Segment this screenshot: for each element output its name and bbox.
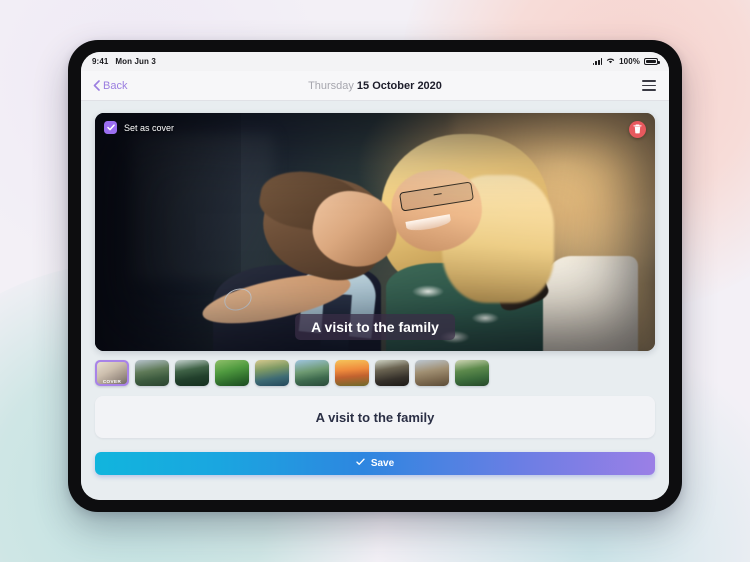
hamburger-menu-icon[interactable] — [641, 77, 657, 93]
thumbnail-image — [295, 360, 329, 386]
back-button[interactable]: Back — [93, 80, 127, 92]
thumbnail-3[interactable] — [215, 360, 249, 386]
wifi-icon — [606, 57, 615, 66]
save-button[interactable]: Save — [95, 452, 655, 475]
thumbnail-4[interactable] — [255, 360, 289, 386]
thumbnail-8[interactable] — [415, 360, 449, 386]
thumbnail-1[interactable] — [135, 360, 169, 386]
thumbnail-image — [135, 360, 169, 386]
delete-photo-button[interactable] — [629, 121, 646, 138]
set-as-cover-checkbox[interactable]: Set as cover — [104, 121, 174, 134]
page-title: Thursday 15 October 2020 — [81, 80, 669, 92]
tablet-device-frame: 9:41 Mon Jun 3 100% Back Thursday 15 Oct… — [68, 40, 682, 512]
thumbnail-9[interactable] — [455, 360, 489, 386]
thumbnail-5[interactable] — [295, 360, 329, 386]
battery-full-icon — [644, 58, 660, 65]
thumbnail-7[interactable] — [375, 360, 409, 386]
chevron-left-icon — [93, 80, 100, 91]
title-date: 15 October 2020 — [356, 79, 442, 92]
thumbnail-image — [335, 360, 369, 386]
thumbnail-image — [255, 360, 289, 386]
thumbnail-cover-tag: COVER — [102, 379, 122, 384]
status-date: Mon Jun 3 — [115, 57, 156, 66]
set-as-cover-label: Set as cover — [124, 122, 175, 133]
thumbnail-image — [455, 360, 489, 386]
thumbnail-0[interactable]: COVER — [95, 360, 129, 386]
album-title-input[interactable]: A visit to the family — [95, 396, 655, 438]
status-bar: 9:41 Mon Jun 3 100% — [81, 52, 669, 71]
content-area: Set as cover A visit to the family COVER… — [81, 101, 669, 500]
save-button-label: Save — [370, 458, 395, 469]
status-time: 9:41 — [92, 57, 109, 66]
checkmark-icon — [356, 458, 365, 469]
photo-thumbnail-strip: COVER — [95, 360, 655, 386]
checkmark-icon — [104, 121, 117, 134]
trash-icon — [633, 121, 642, 139]
tablet-screen: 9:41 Mon Jun 3 100% Back Thursday 15 Oct… — [81, 52, 669, 500]
thumbnail-image — [215, 360, 249, 386]
cellular-bars-icon — [592, 58, 603, 65]
cover-photo-card[interactable]: Set as cover A visit to the family — [95, 113, 655, 351]
navigation-bar: Back Thursday 15 October 2020 — [81, 71, 669, 101]
thumbnail-image — [175, 360, 209, 386]
title-weekday: Thursday — [308, 79, 354, 92]
thumbnail-2[interactable] — [175, 360, 209, 386]
thumbnail-6[interactable] — [335, 360, 369, 386]
thumbnail-image — [375, 360, 409, 386]
thumbnail-image — [415, 360, 449, 386]
back-button-label: Back — [103, 79, 128, 92]
battery-percent-label: 100% — [619, 57, 640, 66]
photo-caption-overlay: A visit to the family — [295, 314, 455, 340]
